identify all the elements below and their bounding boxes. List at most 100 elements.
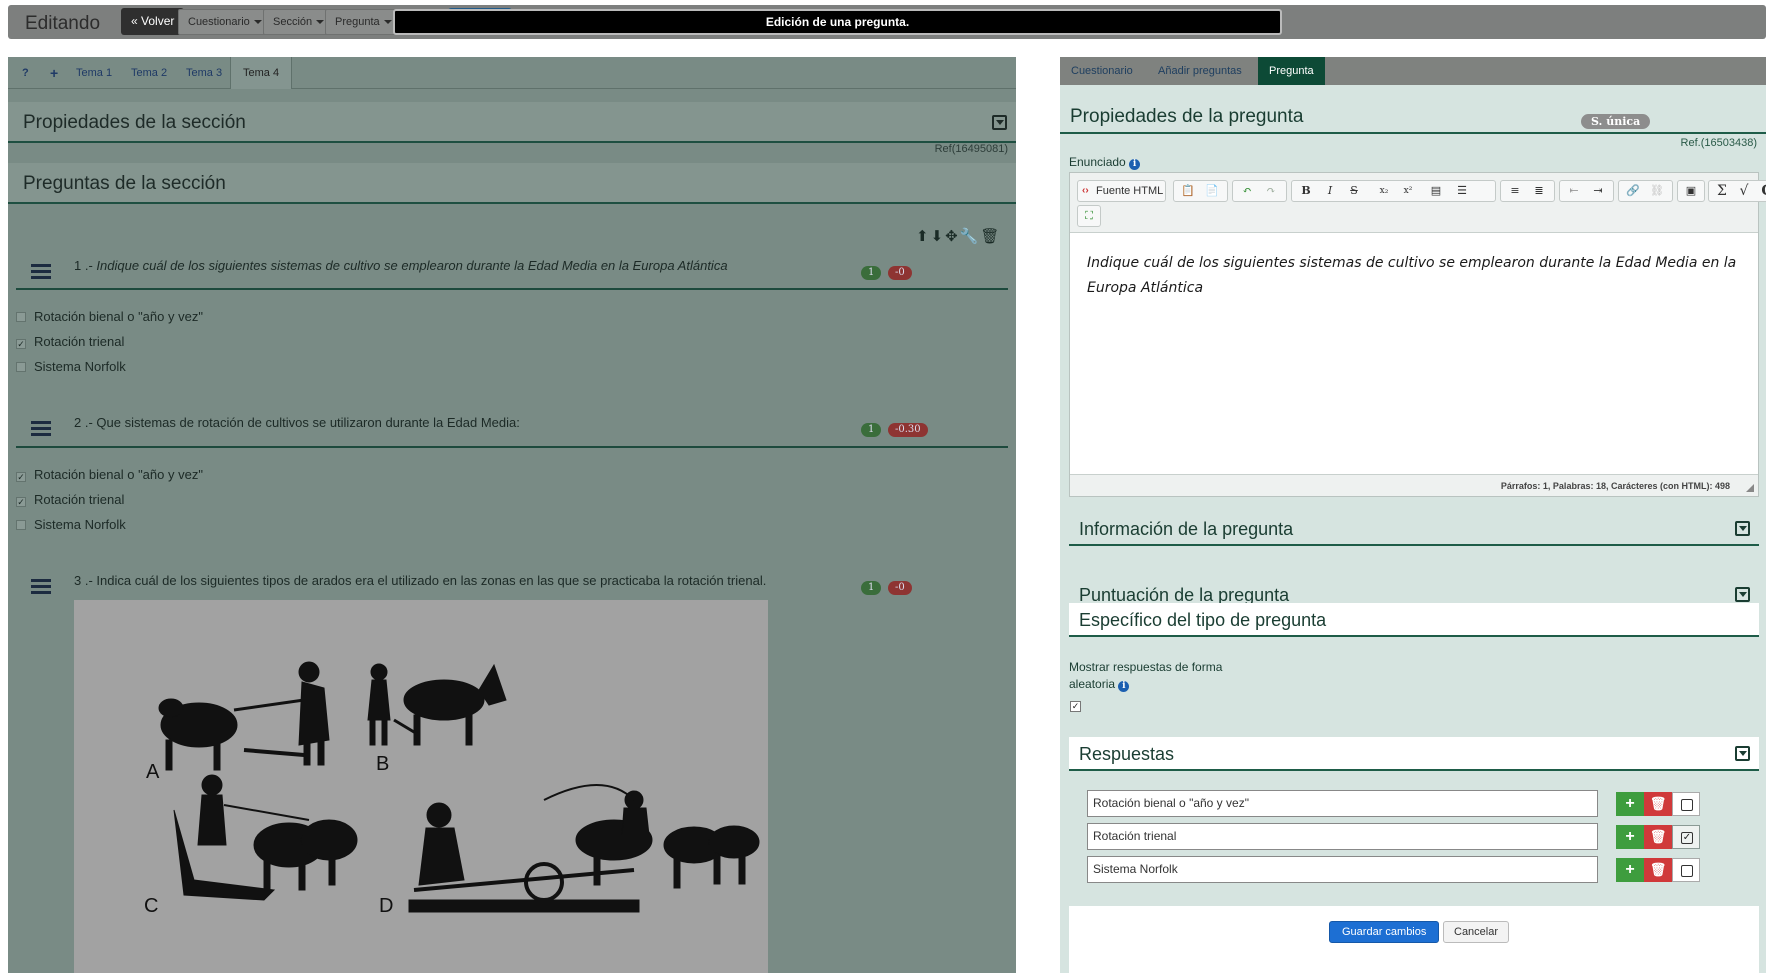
delete-answer-button[interactable]: 🗑 [1644,825,1672,849]
list-item: Sistema Norfolk [16,359,126,374]
question-info-title: Información de la pregunta [1079,519,1294,539]
section-properties-header[interactable]: Propiedades de la sección [8,102,1016,143]
outdent-icon[interactable]: ⇤ [1566,184,1582,198]
form-footer: Guardar cambios Cancelar [1069,906,1759,973]
maximize-icon[interactable]: ⛶ [1081,209,1097,223]
rich-text-editor[interactable]: Fuente HTML 📋 📄 ↶ ↷ B I S x₂ x² ▤ ☰ ≡ ≣ [1069,172,1766,497]
move-down-icon[interactable]: ⬇ [931,228,946,245]
list-icon[interactable] [31,579,51,597]
question-ref: Ref.(16503438) [1680,137,1757,149]
question-1-text[interactable]: 1 .- Indique cuál de los siguientes sist… [74,258,728,273]
list-icon[interactable] [31,264,51,282]
section-properties-title: Propiedades de la sección [23,112,246,133]
info-icon[interactable]: i [1129,159,1141,170]
bold-icon[interactable]: B [1298,184,1314,198]
add-answer-button[interactable]: + [1616,858,1644,882]
html-source-button[interactable]: Fuente HTML [1077,180,1166,202]
move-up-icon[interactable]: ⬆ [916,228,931,245]
add-answer-button[interactable]: + [1616,792,1644,816]
question-tools: ⬆⬇✥🔧🗑 [916,227,1001,245]
divider [16,288,1008,290]
answer-input[interactable]: Sistema Norfolk [1087,856,1598,883]
sqrt-icon[interactable]: √ [1736,184,1752,198]
caret-down-icon [383,20,392,25]
trash-icon[interactable]: 🗑 [980,228,1001,245]
tab-tema-2[interactable]: Tema 2 [119,57,179,89]
enunciado-label: Enunciado i [1069,155,1141,170]
question-editor-panel: Cuestionario Añadir preguntas Pregunta P… [1060,57,1766,973]
list-icon[interactable] [31,421,51,439]
image-icon[interactable]: ▣ [1683,184,1699,198]
sigma-icon[interactable]: Σ [1714,184,1730,198]
delete-answer-button[interactable]: 🗑 [1644,858,1672,882]
random-answers-checkbox[interactable]: ✓ [1070,701,1081,712]
tab-tema-4[interactable]: Tema 4 [230,57,293,89]
score-negative-badge: -0.30 [888,423,928,437]
back-button[interactable]: « Volver [121,8,185,35]
answers-header[interactable]: Respuestas [1069,737,1759,771]
editor-content[interactable]: Indique cuál de los siguientes sistemas … [1087,251,1747,301]
section-menu[interactable]: Sección [263,9,335,35]
tab-tema-3[interactable]: Tema 3 [174,57,234,89]
answer-input[interactable]: Rotación bienal o "año y vez" [1087,790,1598,817]
score-negative-badge: -0 [888,266,912,280]
section-ref: Ref(16495081) [934,143,1008,155]
editor-toolbar: Fuente HTML 📋 📄 ↶ ↷ B I S x₂ x² ▤ ☰ ≡ ≣ [1070,173,1766,233]
answer-input[interactable]: Rotación trienal [1087,823,1598,850]
brand-title: Editando [25,13,101,34]
checkbox [16,362,26,372]
strike-icon[interactable]: S [1346,184,1362,198]
question-3-text[interactable]: 3 .- Indica cuál de los siguientes tipos… [74,573,766,588]
cancel-button[interactable]: Cancelar [1443,921,1510,943]
list-item: Sistema Norfolk [16,517,126,532]
move-icon[interactable]: ✥ [945,228,960,245]
indent-icon[interactable]: ⇥ [1590,184,1606,198]
question-2-text[interactable]: 2 .- Que sistemas de rotación de cultivo… [74,415,520,430]
info-icon[interactable]: i [1118,681,1130,692]
question-type-badge: S. única [1581,114,1651,129]
score-positive-badge: 1 [861,423,882,437]
correct-answer-checkbox[interactable]: ✓ [1672,825,1700,849]
question-menu[interactable]: Pregunta [325,9,402,35]
link-icon[interactable]: 🔗 [1625,184,1641,198]
list-item: ✓ Rotación bienal o "año y vez" [16,467,203,482]
tab-pregunta[interactable]: Pregunta [1258,57,1325,85]
question-info-header[interactable]: Información de la pregunta [1069,512,1759,546]
help-icon[interactable]: ? [10,57,41,89]
bullet-list-icon[interactable]: ≣ [1531,184,1547,198]
correct-answer-checkbox[interactable] [1672,792,1700,816]
tab-tema-1[interactable]: Tema 1 [64,57,124,89]
refresh-icon[interactable]: C [1759,184,1766,198]
image-label-d: D [379,895,393,917]
numbered-list-icon[interactable]: ≡ [1507,184,1523,198]
delete-answer-button[interactable]: 🗑 [1644,792,1672,816]
section-questions-title: Preguntas de la sección [23,173,226,194]
checkbox [16,312,26,322]
collapse-icon[interactable] [1735,587,1750,602]
checkbox-checked: ✓ [16,497,26,507]
correct-answer-checkbox[interactable] [1672,858,1700,882]
collapse-icon[interactable] [1735,521,1750,536]
questionnaire-menu[interactable]: Cuestionario [178,9,272,35]
superscript-icon[interactable]: x² [1400,184,1416,198]
section-questions-header: Preguntas de la sección [8,163,1016,204]
paste-word-icon[interactable]: 📋 [1180,184,1196,198]
collapse-icon[interactable] [1735,746,1750,761]
collapse-icon[interactable] [992,115,1007,130]
score-positive-badge: 1 [861,266,882,280]
plough-illustration: A B C D [74,600,768,973]
save-button[interactable]: Guardar cambios [1329,921,1440,943]
add-answer-button[interactable]: + [1616,825,1644,849]
undo-icon[interactable]: ↶ [1239,184,1255,198]
tab-cuestionario[interactable]: Cuestionario [1060,57,1144,85]
italic-icon[interactable]: I [1322,184,1338,198]
subscript-icon[interactable]: x₂ [1376,184,1392,198]
paste-text-icon[interactable]: 📄 [1204,184,1220,198]
ordered-list-icon[interactable]: ☰ [1454,184,1470,198]
tab-anadir-preguntas[interactable]: Añadir preguntas [1147,57,1253,85]
format-icon[interactable]: ▤ [1428,184,1444,198]
unlink-icon[interactable]: ⛓ [1649,184,1665,198]
type-specific-header: Específico del tipo de pregunta [1069,603,1759,637]
redo-icon[interactable]: ↷ [1263,184,1279,198]
wrench-icon[interactable]: 🔧 [960,228,981,245]
